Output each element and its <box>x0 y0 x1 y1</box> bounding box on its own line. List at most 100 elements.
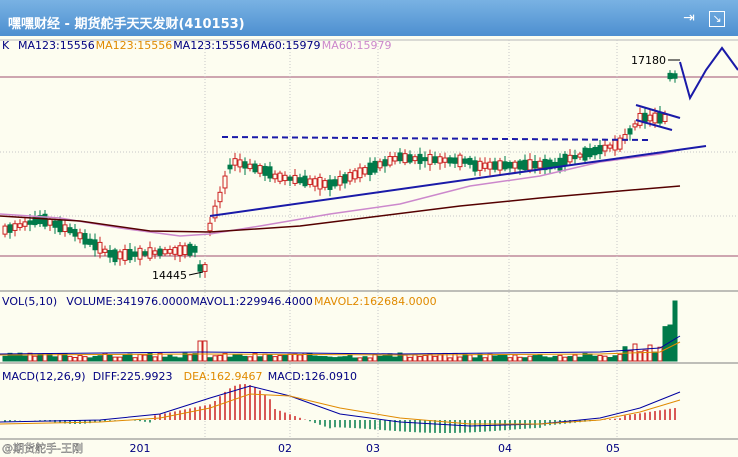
candle <box>222 175 228 189</box>
candle <box>237 159 243 168</box>
candle <box>87 238 93 245</box>
volume-bar <box>402 354 408 362</box>
candle <box>72 228 78 237</box>
volume-bar <box>672 300 678 362</box>
candle <box>97 241 103 254</box>
volume-bar <box>582 352 588 362</box>
candle <box>432 156 438 164</box>
x-axis-label: 05 <box>606 442 620 455</box>
candle <box>362 167 368 175</box>
candle <box>262 165 268 176</box>
candle <box>247 163 253 170</box>
candle <box>142 251 148 256</box>
volume-bar <box>267 354 273 362</box>
pin-icon[interactable]: ⇥ <box>680 9 698 27</box>
candle <box>327 179 333 190</box>
candle <box>367 162 373 175</box>
volume-bar <box>37 354 43 362</box>
volume-bar <box>562 356 568 362</box>
volume-bar <box>237 353 243 362</box>
candle <box>412 156 418 162</box>
volume-bar <box>217 354 223 362</box>
candle <box>282 174 288 182</box>
candle <box>577 153 583 158</box>
volume-bar <box>482 357 488 362</box>
candle <box>417 153 423 164</box>
high-price-label: 17180 <box>631 54 666 67</box>
volume-bar <box>197 340 203 362</box>
candle <box>557 157 563 171</box>
volume-bar <box>567 356 573 362</box>
candle <box>132 251 138 257</box>
volume-bar <box>407 356 413 362</box>
candle <box>252 163 258 173</box>
volume-legend-item: VOLUME:341976.0000 <box>66 295 189 308</box>
volume-bar <box>122 354 128 362</box>
candle <box>227 164 233 170</box>
volume-bar <box>187 354 193 362</box>
volume-bar <box>347 354 353 362</box>
candle <box>352 170 358 180</box>
candle <box>392 156 398 162</box>
volume-bar <box>487 353 493 362</box>
volume-bar <box>537 354 543 362</box>
volume-bar <box>502 354 508 362</box>
volume-bar <box>2 355 8 362</box>
candle <box>652 112 658 124</box>
volume-bar <box>287 353 293 362</box>
volume-bar <box>437 354 443 362</box>
candle <box>437 156 443 164</box>
candle <box>312 178 318 187</box>
macd-legend-item: DIFF:225.9923 <box>93 370 173 383</box>
candle <box>207 222 213 232</box>
main-legend-item: MA123:15556 <box>96 39 173 52</box>
candle <box>102 248 108 253</box>
candle <box>657 112 663 124</box>
volume-bar <box>357 357 363 362</box>
candle <box>587 148 593 158</box>
volume-bar <box>137 354 143 362</box>
candle <box>7 224 13 233</box>
volume-bar <box>527 355 533 362</box>
candle <box>42 213 48 227</box>
volume-bar <box>317 355 323 362</box>
maximize-icon[interactable]: ↘ <box>709 11 725 27</box>
candle <box>302 175 308 187</box>
candle <box>182 245 188 256</box>
candle <box>387 156 393 166</box>
chart-canvas[interactable]: K MA123:15556 MA123:15556 MA123:15556 MA60:1… <box>0 36 738 457</box>
candle <box>232 158 238 166</box>
volume-bar <box>417 356 423 362</box>
candle <box>122 249 128 261</box>
volume-bar <box>167 354 173 362</box>
candle <box>462 158 468 164</box>
macd-legend-item: DEA:162.9467 <box>184 370 263 383</box>
candle <box>537 160 543 169</box>
candle <box>22 221 28 227</box>
candle <box>77 232 83 240</box>
main-legend-item: MA60:15979 <box>251 39 321 52</box>
candle <box>152 250 158 255</box>
volume-bar <box>177 357 183 362</box>
volume-bar <box>422 354 428 362</box>
candle <box>662 114 668 122</box>
volume-bar <box>72 356 78 362</box>
volume-bar <box>152 356 158 362</box>
macd-legend-item: MACD:126.0910 <box>268 370 357 383</box>
candle <box>127 248 133 261</box>
volume-bar <box>607 356 613 362</box>
candle <box>317 176 323 190</box>
volume-bar <box>232 354 238 362</box>
candle <box>492 161 498 170</box>
volume-bar <box>492 355 498 362</box>
main-legend-item: MA123:15556 <box>18 39 95 52</box>
candle <box>597 145 603 155</box>
volume-bar <box>17 352 23 362</box>
candle <box>452 157 458 164</box>
candle <box>637 112 643 126</box>
candle <box>292 174 298 184</box>
candle <box>667 72 673 80</box>
volume-bar <box>282 355 288 362</box>
candle <box>192 245 198 253</box>
candle <box>382 159 388 167</box>
